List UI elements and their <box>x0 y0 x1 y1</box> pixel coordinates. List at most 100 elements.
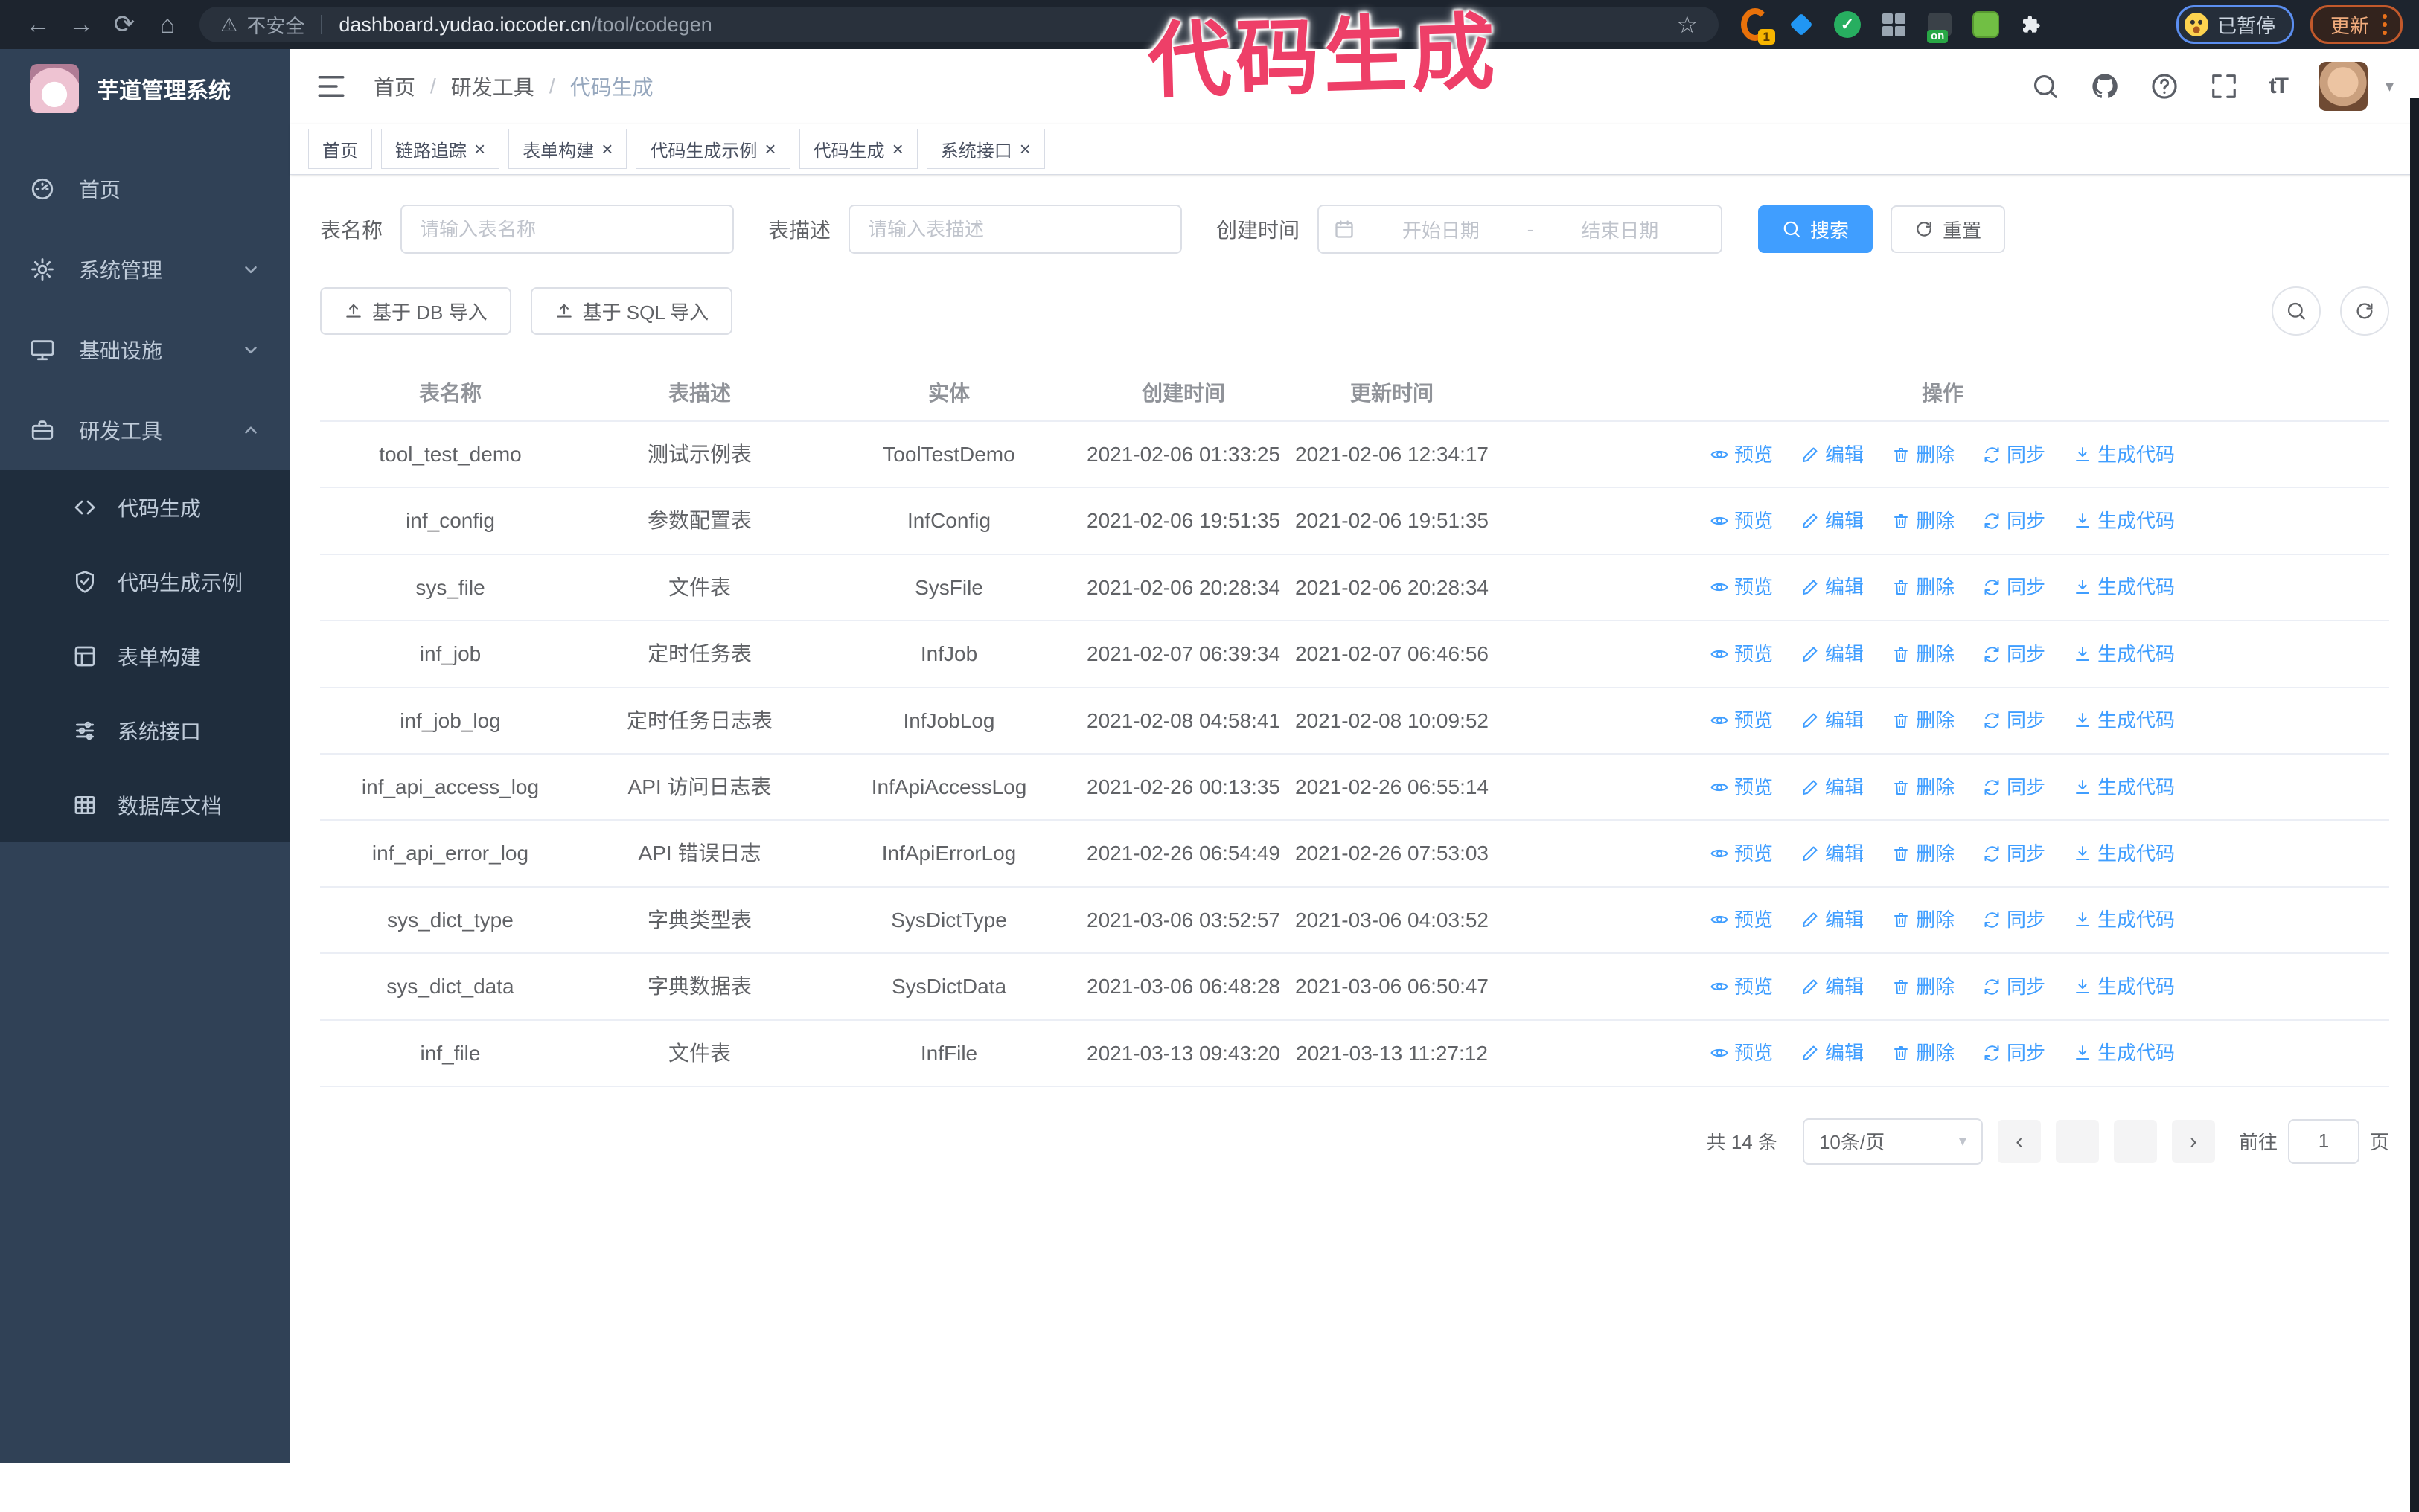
row-action-link[interactable]: 编辑 <box>1801 440 1864 470</box>
row-action-link[interactable]: 同步 <box>1983 839 2045 868</box>
browser-reload-icon[interactable]: ⟳ <box>103 3 146 46</box>
extension-icon[interactable] <box>1787 10 1815 39</box>
row-action-link[interactable]: 编辑 <box>1801 506 1864 536</box>
row-action-link[interactable]: 删除 <box>1892 905 1955 935</box>
row-action-link[interactable]: 编辑 <box>1801 839 1864 868</box>
row-action-link[interactable]: 删除 <box>1892 972 1955 1002</box>
row-action-link[interactable]: 同步 <box>1983 1038 2045 1068</box>
tab-tag[interactable]: 代码生成 × <box>799 129 918 169</box>
row-action-link[interactable]: 生成代码 <box>2074 972 2175 1002</box>
row-action-link[interactable]: 编辑 <box>1801 1038 1864 1068</box>
row-action-link[interactable]: 同步 <box>1983 440 2045 470</box>
sidebar-menu-item[interactable]: 基础设施 <box>0 310 290 390</box>
row-action-link[interactable]: 生成代码 <box>2074 772 2175 802</box>
row-action-link[interactable]: 同步 <box>1983 705 2045 735</box>
row-action-link[interactable]: 编辑 <box>1801 705 1864 735</box>
puzzle-icon[interactable] <box>2018 10 2046 39</box>
row-action-link[interactable]: 编辑 <box>1801 639 1864 669</box>
sidebar-menu-item[interactable]: 系统管理 <box>0 229 290 310</box>
search-button[interactable]: 搜索 <box>1758 205 1873 253</box>
bookmark-star-icon[interactable]: ☆ <box>1676 10 1698 39</box>
row-action-link[interactable]: 删除 <box>1892 506 1955 536</box>
refresh-table-button[interactable] <box>2340 286 2389 336</box>
fullscreen-icon[interactable] <box>2210 72 2238 100</box>
sidebar-menu-item[interactable]: 研发工具 <box>0 390 290 470</box>
import-db-button[interactable]: 基于 DB 导入 <box>320 287 511 335</box>
table-name-input[interactable] <box>400 205 735 254</box>
close-icon[interactable]: × <box>474 139 485 158</box>
row-action-link[interactable]: 编辑 <box>1801 572 1864 602</box>
browser-forward-icon[interactable]: → <box>60 3 103 46</box>
row-action-link[interactable]: 删除 <box>1892 705 1955 735</box>
row-action-link[interactable]: 删除 <box>1892 1038 1955 1068</box>
extension-icon[interactable] <box>1972 10 2000 39</box>
browser-menu-icon[interactable] <box>2383 14 2387 35</box>
browser-back-icon[interactable]: ← <box>16 3 60 46</box>
table-desc-input[interactable] <box>849 205 1183 254</box>
browser-home-icon[interactable]: ⌂ <box>146 3 189 46</box>
row-action-link[interactable]: 预览 <box>1710 972 1773 1002</box>
row-action-link[interactable]: 生成代码 <box>2074 639 2175 669</box>
page-size-select[interactable]: 10条/页 ▾ <box>1802 1118 1983 1165</box>
extension-icon[interactable]: on <box>1926 10 1954 43</box>
next-page-button[interactable]: › <box>2171 1119 2215 1163</box>
close-icon[interactable]: × <box>1020 139 1031 158</box>
close-icon[interactable]: × <box>601 139 613 158</box>
row-action-link[interactable]: 删除 <box>1892 639 1955 669</box>
breadcrumb-dev-tools[interactable]: 研发工具 <box>451 71 534 101</box>
page-number-button[interactable] <box>2113 1119 2157 1163</box>
row-action-link[interactable]: 预览 <box>1710 440 1773 470</box>
row-action-link[interactable]: 删除 <box>1892 772 1955 802</box>
row-action-link[interactable]: 生成代码 <box>2074 506 2175 536</box>
breadcrumb-home[interactable]: 首页 <box>374 71 415 101</box>
row-action-link[interactable]: 生成代码 <box>2074 905 2175 935</box>
avatar[interactable] <box>2318 62 2368 111</box>
security-warning-label[interactable]: 不安全 <box>246 11 304 39</box>
close-icon[interactable]: × <box>764 139 776 158</box>
row-action-link[interactable]: 预览 <box>1710 839 1773 868</box>
app-logo[interactable]: 芋道管理系统 <box>0 49 290 128</box>
help-icon[interactable] <box>2150 72 2179 100</box>
row-action-link[interactable]: 编辑 <box>1801 772 1864 802</box>
window-scrollbar[interactable] <box>2410 98 2419 1512</box>
row-action-link[interactable]: 生成代码 <box>2074 705 2175 735</box>
sidebar-toggle-icon[interactable] <box>316 71 347 102</box>
sidebar-submenu-item[interactable]: 数据库文档 <box>0 768 290 842</box>
row-action-link[interactable]: 删除 <box>1892 839 1955 868</box>
row-action-link[interactable]: 预览 <box>1710 572 1773 602</box>
extension-icon[interactable] <box>1879 10 1908 39</box>
tab-tag[interactable]: 系统接口 × <box>926 129 1045 169</box>
row-action-link[interactable]: 同步 <box>1983 905 2045 935</box>
tab-tag[interactable]: 首页 <box>308 129 372 169</box>
import-sql-button[interactable]: 基于 SQL 导入 <box>530 287 733 335</box>
row-action-link[interactable]: 预览 <box>1710 772 1773 802</box>
github-icon[interactable] <box>2091 72 2119 100</box>
sidebar-menu-item[interactable]: 首页 <box>0 149 290 229</box>
row-action-link[interactable]: 预览 <box>1710 1038 1773 1068</box>
close-icon[interactable]: × <box>892 139 904 158</box>
avatar-caret-down-icon[interactable]: ▾ <box>2386 77 2394 96</box>
row-action-link[interactable]: 预览 <box>1710 905 1773 935</box>
extension-icon[interactable]: ✓ <box>1833 10 1862 39</box>
sidebar-submenu-item[interactable]: 代码生成示例 <box>0 545 290 619</box>
tab-tag[interactable]: 表单构建 × <box>508 129 627 169</box>
tab-tag[interactable]: 链路追踪 × <box>381 129 500 169</box>
row-action-link[interactable]: 同步 <box>1983 572 2045 602</box>
date-range-picker[interactable]: 开始日期 - 结束日期 <box>1317 205 1723 254</box>
prev-page-button[interactable]: ‹ <box>1997 1119 2041 1163</box>
row-action-link[interactable]: 生成代码 <box>2074 1038 2175 1068</box>
profile-paused-badge[interactable]: 已暂停 <box>2176 5 2294 44</box>
row-action-link[interactable]: 同步 <box>1983 772 2045 802</box>
page-number-button[interactable] <box>2055 1119 2099 1163</box>
sidebar-submenu-item[interactable]: 表单构建 <box>0 619 290 693</box>
row-action-link[interactable]: 删除 <box>1892 572 1955 602</box>
sidebar-submenu-item[interactable]: 代码生成 <box>0 470 290 545</box>
row-action-link[interactable]: 编辑 <box>1801 905 1864 935</box>
font-size-icon[interactable]: tT <box>2269 74 2289 99</box>
row-action-link[interactable]: 同步 <box>1983 972 2045 1002</box>
tab-tag[interactable]: 代码生成示例 × <box>636 129 790 169</box>
search-icon[interactable] <box>2031 72 2059 100</box>
browser-update-button[interactable]: 更新 <box>2310 5 2403 44</box>
row-action-link[interactable]: 预览 <box>1710 705 1773 735</box>
row-action-link[interactable]: 生成代码 <box>2074 440 2175 470</box>
